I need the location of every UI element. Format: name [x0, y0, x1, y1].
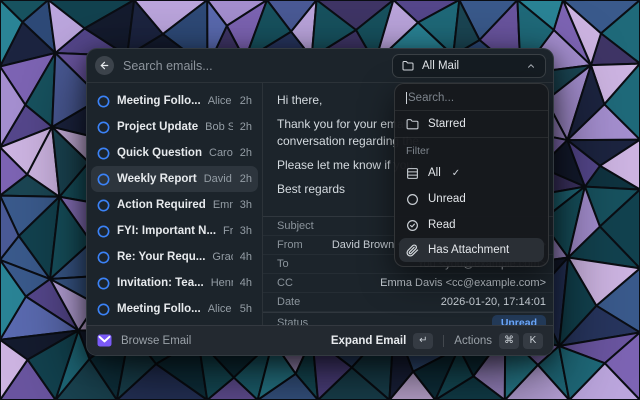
unread-circle-icon [97, 251, 110, 264]
detail-row-cc: CC Emma Davis <cc@example.com> [263, 274, 553, 293]
email-list-item[interactable]: Meeting Follo... Alice Johnson 5h [91, 296, 258, 322]
email-list-item[interactable]: Re: Your Requ... Grace Wilson 4h [91, 244, 258, 270]
folder-icon [402, 60, 414, 72]
mailbox-selector-button[interactable]: All Mail [392, 54, 546, 78]
unread-circle-icon [97, 303, 110, 316]
unread-circle-icon [97, 173, 110, 186]
menu-item-filter-unread[interactable]: Unread [395, 186, 548, 212]
mailbox-label: All Mail [422, 60, 459, 72]
mail-app-logo-icon [97, 334, 112, 347]
detail-row-date: Date 2026-01-20, 17:14:01 [263, 293, 553, 312]
email-list: Meeting Follo... Alice Johnson 2h Projec… [87, 83, 263, 327]
search-input[interactable]: Search emails... [123, 59, 392, 73]
unread-circle-icon [97, 199, 110, 212]
menu-item-filter-all[interactable]: All ✓ [395, 160, 548, 186]
email-list-item[interactable]: Project Update Bob Smith 2h [91, 114, 258, 140]
paperclip-icon [406, 244, 419, 257]
return-keycap: ↵ [413, 333, 433, 349]
text-caret [406, 92, 407, 104]
divider [443, 335, 444, 347]
dropdown-search-input[interactable]: Search... [395, 86, 548, 110]
menu-item-starred[interactable]: Starred [395, 111, 548, 137]
unread-circle-icon [97, 225, 110, 238]
folder-icon [406, 118, 419, 131]
unread-circle-icon [97, 277, 110, 290]
email-list-item[interactable]: FYI: Important N... Frank Miller 3h [91, 218, 258, 244]
command-keycap: ⌘ [499, 333, 519, 349]
check-circle-icon [406, 219, 419, 232]
k-keycap: K [523, 333, 543, 349]
chevron-up-icon [526, 61, 536, 71]
header-bar: Search emails... All Mail [87, 49, 553, 83]
unread-circle-icon [97, 121, 110, 134]
email-list-item[interactable]: Action Required Emma Davis 3h [91, 192, 258, 218]
menu-item-filter-read[interactable]: Read [395, 212, 548, 238]
circle-icon [406, 193, 419, 206]
email-list-item-selected[interactable]: Weekly Report David Brown 2h [91, 166, 258, 192]
mailbox-dropdown-menu: Search... Starred Filter All ✓ Unread [394, 83, 549, 267]
rows-icon [406, 167, 419, 180]
arrow-left-icon [99, 60, 110, 71]
unread-circle-icon [97, 147, 110, 160]
menu-item-filter-has-attachment[interactable]: Has Attachment [399, 238, 544, 262]
expand-email-button[interactable]: Expand Email ↵ [331, 333, 433, 349]
email-list-item[interactable]: Quick Question Carol Williams 2h [91, 140, 258, 166]
app-name: Browse Email [121, 335, 191, 347]
email-list-item[interactable]: Meeting Follo... Alice Johnson 2h [91, 88, 258, 114]
filter-section-label: Filter [395, 138, 548, 160]
unread-circle-icon [97, 95, 110, 108]
back-button[interactable] [95, 56, 114, 75]
email-list-item[interactable]: Invitation: Tea... Henry Moore 4h [91, 270, 258, 296]
check-icon: ✓ [452, 168, 460, 179]
actions-button[interactable]: Actions ⌘ K [454, 333, 543, 349]
email-app-window: Search emails... All Mail Meeting Follo.… [86, 48, 554, 356]
footer-bar: Browse Email Expand Email ↵ Actions ⌘ K [87, 325, 553, 355]
